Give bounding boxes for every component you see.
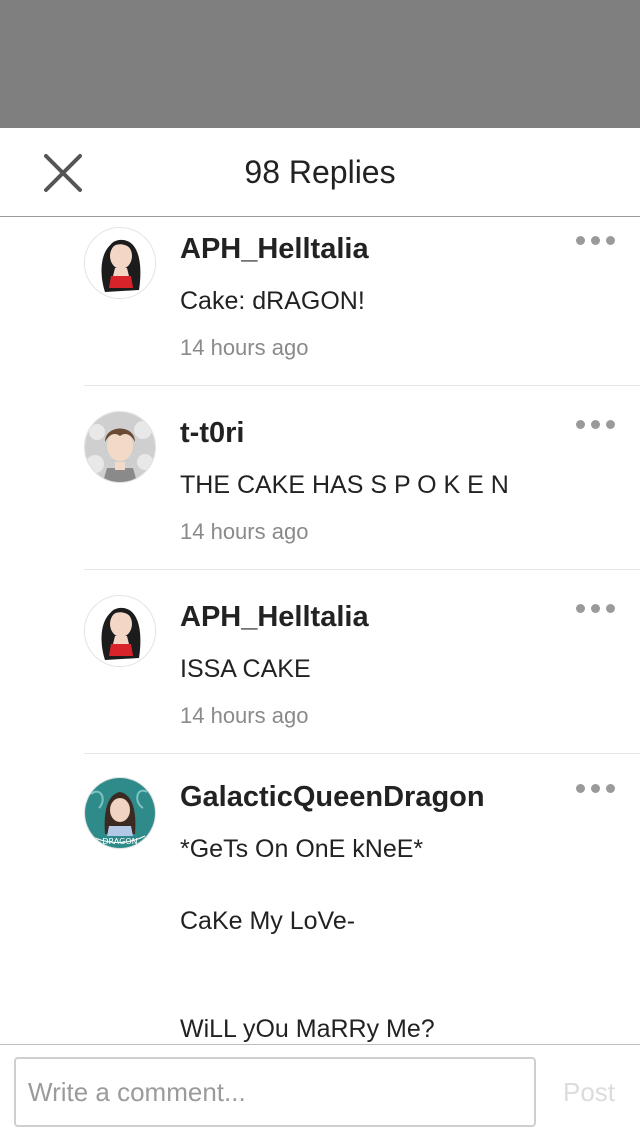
replies-sheet: 98 Replies APH_Helltalia Cake: dRAGON! 1… (0, 128, 640, 1137)
more-options-button[interactable] (576, 601, 616, 613)
avatar[interactable]: DRAGON (84, 777, 156, 849)
dot (591, 236, 600, 245)
post-button[interactable]: Post (552, 1057, 626, 1127)
avatar[interactable] (84, 595, 156, 667)
dot (576, 604, 585, 613)
dot (591, 784, 600, 793)
avatar[interactable] (84, 227, 156, 299)
avatar-teal-dragon-icon: DRAGON (85, 778, 155, 848)
dot (591, 604, 600, 613)
page-title: 98 Replies (244, 154, 396, 190)
reply-text-line: WiLL yOu MaRRy Me? (180, 1015, 435, 1043)
reply-username[interactable]: t-t0ri (180, 417, 244, 450)
dimmed-backdrop[interactable] (0, 0, 640, 128)
close-icon (44, 154, 82, 192)
dot (591, 420, 600, 429)
avatar-brown-hair-boy-icon (85, 412, 155, 482)
dot (606, 236, 615, 245)
reply-text: ISSA CAKE (180, 655, 311, 683)
reply-text-line: CaKe My LoVe- (180, 907, 356, 935)
reply-item: APH_Helltalia ISSA CAKE 14 hours ago (84, 569, 640, 754)
reply-item: t-t0ri THE CAKE HAS S P O K E N 14 hours… (84, 385, 640, 570)
svg-text:DRAGON: DRAGON (102, 837, 137, 846)
dot (576, 784, 585, 793)
reply-text-line: *GeTs On OnE kNeE* (180, 835, 424, 863)
reply-item: DRAGON GalacticQueenDragon *GeTs On OnE … (84, 753, 640, 1044)
close-button[interactable] (40, 150, 86, 196)
more-options-button[interactable] (576, 417, 616, 429)
reply-text: THE CAKE HAS S P O K E N (180, 471, 509, 499)
comment-input[interactable] (14, 1057, 536, 1127)
reply-item: APH_Helltalia Cake: dRAGON! 14 hours ago (84, 217, 640, 386)
replies-header: 98 Replies (0, 128, 640, 217)
reply-username[interactable]: APH_Helltalia (180, 233, 369, 266)
more-options-button[interactable] (576, 233, 616, 245)
reply-text: Cake: dRAGON! (180, 287, 365, 315)
more-options-button[interactable] (576, 781, 616, 793)
dot (576, 236, 585, 245)
avatar-black-hair-red-top-icon (85, 596, 155, 666)
reply-time: 14 hours ago (180, 335, 309, 360)
avatar[interactable] (84, 411, 156, 483)
avatar-black-hair-red-top-icon (85, 228, 155, 298)
reply-time: 14 hours ago (180, 703, 309, 728)
dot (576, 420, 585, 429)
dot (606, 420, 615, 429)
reply-time: 14 hours ago (180, 519, 309, 544)
reply-username[interactable]: GalacticQueenDragon (180, 781, 485, 814)
comment-bar: Post (0, 1044, 640, 1137)
dot (606, 604, 615, 613)
reply-username[interactable]: APH_Helltalia (180, 601, 369, 634)
dot (606, 784, 615, 793)
replies-list[interactable]: APH_Helltalia Cake: dRAGON! 14 hours ago (0, 217, 640, 1044)
